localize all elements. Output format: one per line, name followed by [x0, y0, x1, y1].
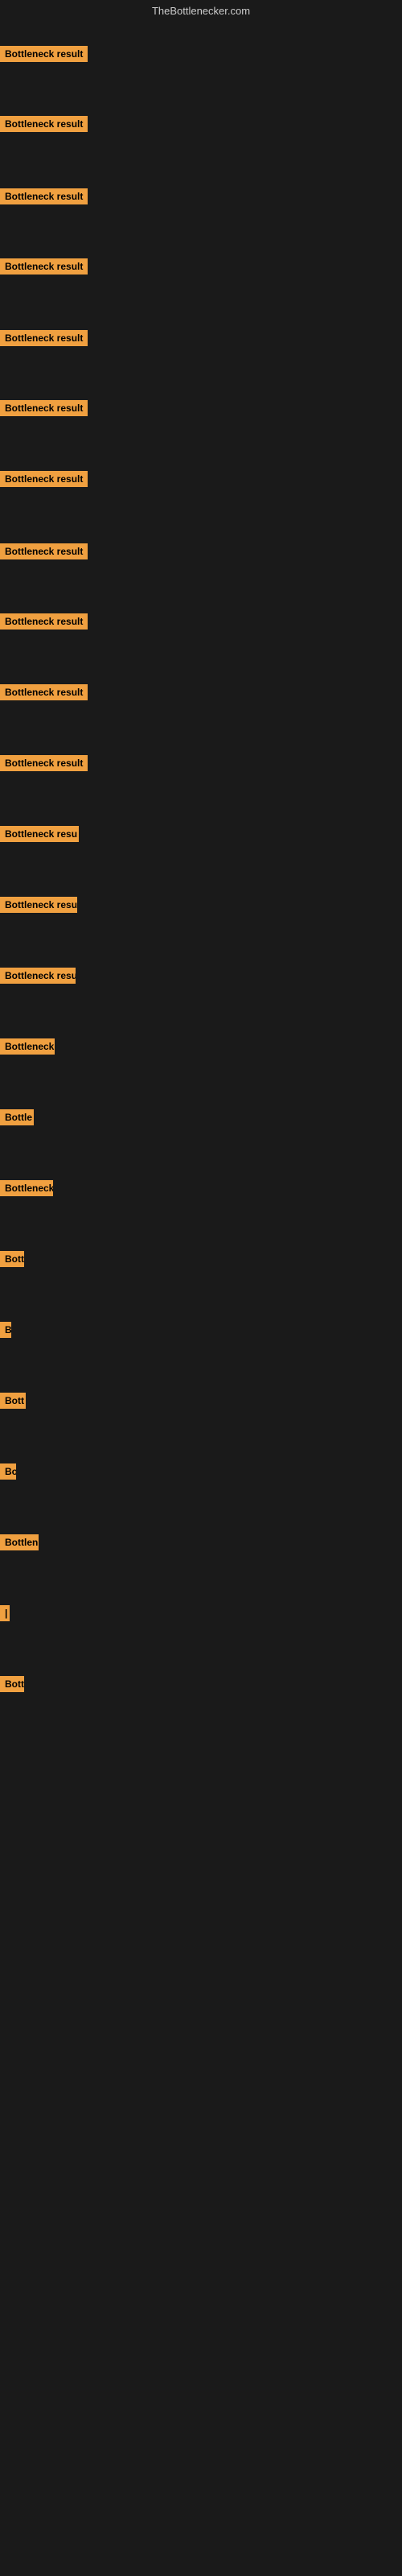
bottleneck-label-9: Bottleneck result — [0, 613, 88, 630]
bottleneck-label-18: Bott — [0, 1251, 24, 1267]
bottleneck-label-21: Bo — [0, 1463, 16, 1480]
bottleneck-label-12: Bottleneck resu — [0, 826, 79, 842]
bottleneck-label-7: Bottleneck result — [0, 471, 88, 487]
bottleneck-label-6: Bottleneck result — [0, 400, 88, 416]
bottleneck-label-20: Bott — [0, 1393, 26, 1409]
bottleneck-label-1: Bottleneck result — [0, 46, 88, 62]
bottleneck-label-2: Bottleneck result — [0, 116, 88, 132]
bottleneck-label-15: Bottleneck — [0, 1038, 55, 1055]
bottleneck-label-10: Bottleneck result — [0, 684, 88, 700]
bottleneck-label-11: Bottleneck result — [0, 755, 88, 771]
bottleneck-label-13: Bottleneck resu — [0, 897, 77, 913]
bottleneck-label-19: B — [0, 1322, 11, 1338]
bottleneck-label-4: Bottleneck result — [0, 258, 88, 275]
bottleneck-label-23: | — [0, 1605, 10, 1621]
bottleneck-label-24: Bott — [0, 1676, 24, 1692]
bottleneck-label-5: Bottleneck result — [0, 330, 88, 346]
bottleneck-label-3: Bottleneck result — [0, 188, 88, 204]
bottleneck-label-22: Bottlen — [0, 1534, 39, 1550]
bottleneck-label-8: Bottleneck result — [0, 543, 88, 559]
bottleneck-label-17: Bottleneck — [0, 1180, 53, 1196]
site-title: TheBottlenecker.com — [0, 0, 402, 22]
bottleneck-label-14: Bottleneck resu — [0, 968, 76, 984]
bottleneck-label-16: Bottle — [0, 1109, 34, 1125]
